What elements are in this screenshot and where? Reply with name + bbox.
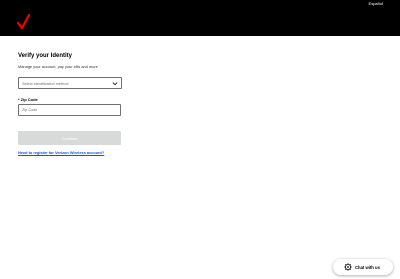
page-title: Verify your Identity bbox=[18, 53, 73, 59]
chat-label: Chat with us bbox=[355, 264, 380, 270]
utility-bar: Español bbox=[0, 0, 400, 8]
register-link[interactable]: Need to register for Verizon Wireless ac… bbox=[18, 150, 104, 155]
zip-code-input[interactable] bbox=[18, 104, 121, 116]
language-link[interactable]: Español bbox=[369, 1, 383, 6]
continue-button[interactable]: Continue bbox=[18, 131, 121, 145]
chat-with-us-button[interactable]: Chat with us bbox=[333, 259, 393, 275]
chevron-down-icon bbox=[112, 82, 118, 86]
chat-settings-icon bbox=[344, 263, 352, 271]
verizon-check-logo[interactable] bbox=[17, 14, 30, 30]
page-subtitle: Manage your account, pay your bills and … bbox=[18, 64, 99, 69]
identification-method-select[interactable]: Select identification method bbox=[18, 77, 122, 89]
zip-code-label: * Zip Code bbox=[18, 97, 38, 102]
site-header bbox=[0, 8, 400, 36]
identification-method-value: Select identification method bbox=[22, 81, 69, 86]
